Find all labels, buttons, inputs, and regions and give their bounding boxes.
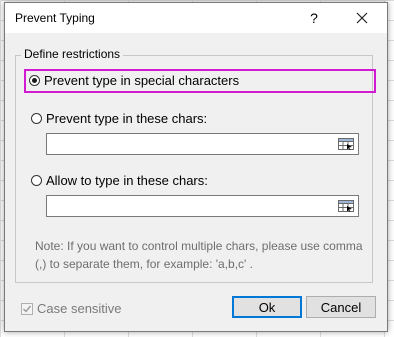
radio-special-characters[interactable]: [29, 75, 40, 86]
prevent-chars-input[interactable]: [46, 133, 359, 155]
option-allow-these-chars[interactable]: Allow to type in these chars:: [31, 173, 208, 188]
case-sensitive-label: Case sensitive: [37, 301, 122, 316]
allow-chars-picker-button[interactable]: [336, 198, 356, 214]
case-sensitive-option[interactable]: Case sensitive: [21, 301, 122, 316]
restrictions-group-label: Define restrictions: [21, 47, 124, 61]
option-special-characters[interactable]: Prevent type in special characters: [29, 73, 239, 88]
option-special-characters-label: Prevent type in special characters: [44, 73, 240, 88]
range-select-icon: [338, 138, 354, 150]
allow-chars-input[interactable]: [46, 195, 359, 217]
close-icon: [356, 12, 368, 24]
radio-allow-these-chars[interactable]: [31, 175, 42, 186]
prevent-chars-picker-button[interactable]: [336, 136, 356, 152]
option-prevent-these-chars[interactable]: Prevent type in these chars:: [31, 111, 207, 126]
range-select-icon: [338, 200, 354, 212]
prevent-typing-dialog: Prevent Typing ? Define restrictions Pre…: [4, 2, 388, 332]
case-sensitive-checkbox[interactable]: [21, 302, 33, 315]
separator-note: Note: If you want to control multiple ch…: [35, 239, 363, 271]
help-button[interactable]: ?: [303, 7, 325, 29]
checkmark-icon: [23, 305, 32, 313]
option-prevent-these-chars-label: Prevent type in these chars:: [46, 111, 208, 126]
radio-prevent-these-chars[interactable]: [31, 113, 42, 124]
option-allow-these-chars-label: Allow to type in these chars:: [46, 173, 208, 188]
ok-button[interactable]: Ok: [232, 296, 302, 318]
cancel-button[interactable]: Cancel: [306, 296, 376, 318]
title-bar: Prevent Typing ?: [5, 3, 387, 33]
close-button[interactable]: [349, 7, 375, 29]
dialog-title: Prevent Typing: [15, 11, 95, 25]
